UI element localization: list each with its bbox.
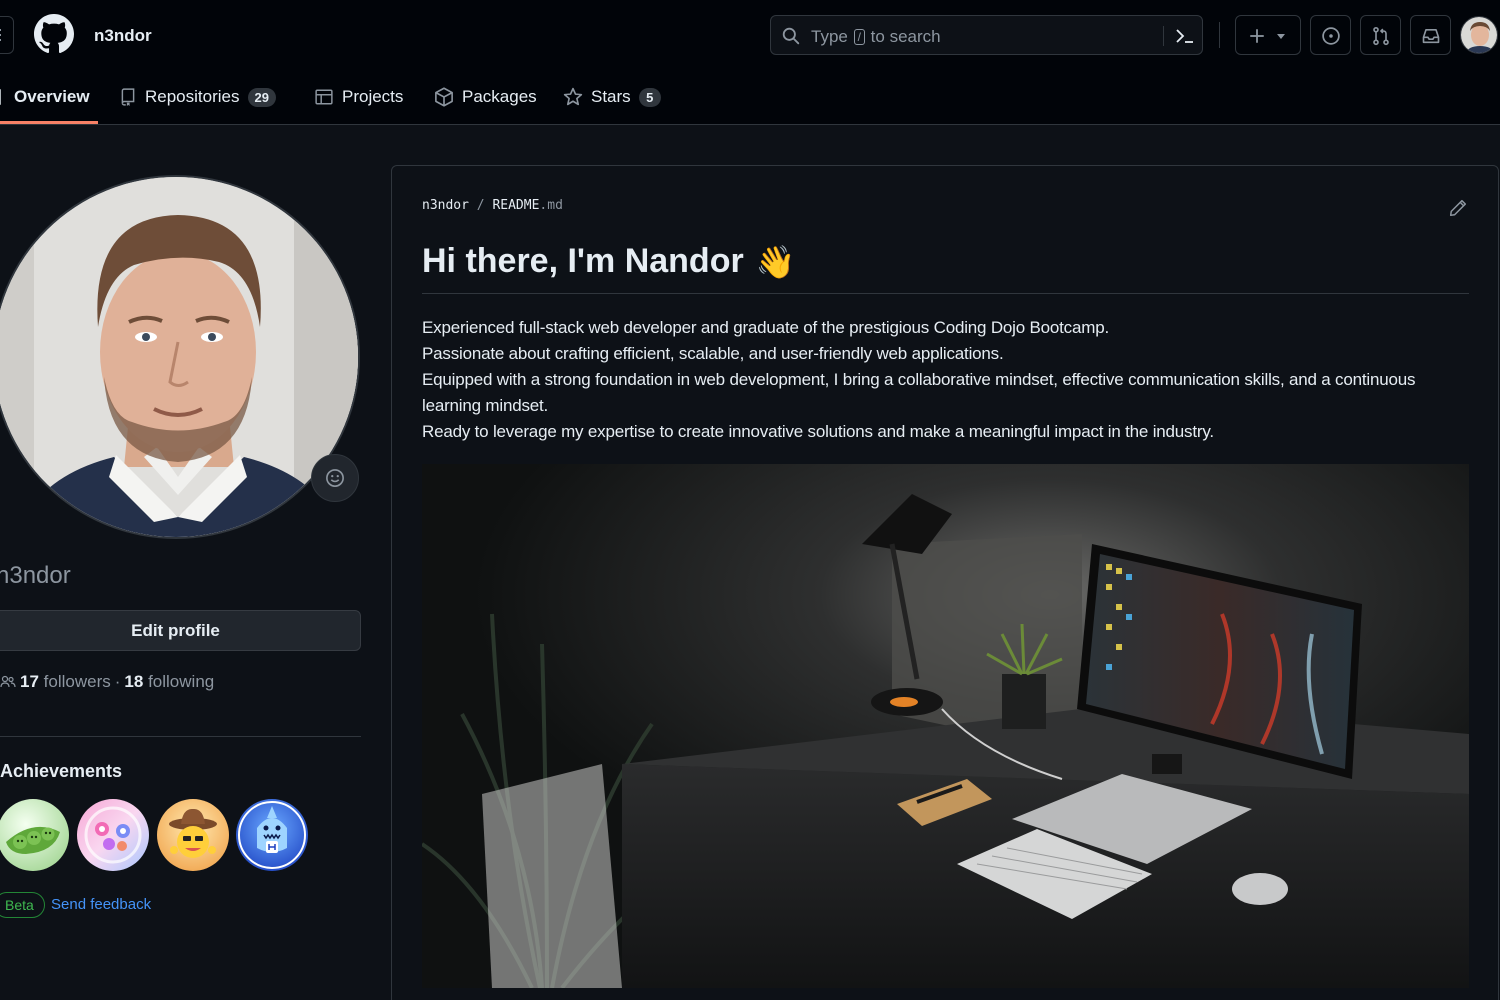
readme-line-4: Ready to leverage my expertise to create… (422, 422, 1214, 441)
sidebar-divider (0, 736, 361, 737)
star-icon (563, 87, 583, 106)
repo-icon (121, 88, 135, 106)
set-status-button[interactable] (311, 454, 359, 502)
inbox-button[interactable] (1410, 15, 1451, 55)
profile-avatar[interactable] (0, 175, 360, 539)
followers-link[interactable]: 17 followers (20, 672, 111, 692)
issues-button[interactable] (1310, 15, 1351, 55)
tab-stars[interactable]: Stars 5 (563, 80, 661, 114)
header-username[interactable]: n3ndor (94, 26, 152, 46)
following-link[interactable]: 18 following (124, 672, 214, 692)
people-icon (0, 675, 16, 688)
hamburger-icon (0, 29, 1, 41)
avatar-photo (1461, 17, 1497, 53)
smiley-icon (326, 469, 344, 487)
waving-hand-icon: 👋 (755, 243, 796, 280)
tab-packages[interactable]: Packages (434, 80, 537, 114)
send-feedback-link[interactable]: Send feedback (51, 896, 151, 913)
create-new-button[interactable] (1235, 15, 1301, 55)
achievement-badge-pull-shark[interactable] (235, 798, 309, 872)
readme-body: Experienced full-stack web developer and… (422, 315, 1472, 445)
achievement-badge-quickdraw[interactable] (156, 798, 230, 872)
yolo-badge-icon (77, 799, 149, 871)
tab-overview-label: Overview (14, 87, 90, 106)
command-palette-icon[interactable] (1174, 26, 1196, 46)
readme-desk-image (422, 464, 1469, 988)
git-pull-request-icon (1373, 26, 1389, 46)
pull-requests-button[interactable] (1360, 15, 1401, 55)
edit-profile-button[interactable]: Edit profile (0, 610, 361, 651)
search-placeholder: Type / to search (811, 27, 941, 46)
profile-photo (0, 177, 358, 537)
tab-projects[interactable]: Projects (314, 80, 403, 114)
inbox-icon (1422, 28, 1440, 44)
profile-login: n3ndor (0, 562, 71, 589)
follow-stats: 17 followers · 18 following (0, 672, 214, 692)
book-icon (0, 89, 1, 105)
repositories-count-badge: 29 (247, 87, 276, 107)
beta-label: Beta (0, 892, 45, 918)
achievement-badge-pair-extraordinaire[interactable] (0, 798, 70, 872)
package-icon (435, 87, 453, 107)
tab-overview[interactable]: Overview (0, 80, 90, 114)
readme-owner-link[interactable]: n3ndor (422, 198, 469, 213)
github-logo-icon[interactable] (34, 14, 74, 54)
follow-separator: · (114, 672, 121, 691)
user-avatar-small[interactable] (1460, 16, 1498, 54)
search-input[interactable]: Type / to search (770, 15, 1203, 55)
readme-filename[interactable]: README.md (492, 198, 562, 213)
issue-opened-icon (1322, 27, 1340, 45)
achievements-title[interactable]: Achievements (0, 761, 122, 782)
readme-line-2: Passionate about crafting efficient, sca… (422, 344, 1004, 363)
tab-projects-label: Projects (342, 87, 404, 106)
search-icon (782, 27, 800, 45)
tab-repositories-label: Repositories (145, 87, 240, 106)
pencil-icon[interactable] (1449, 199, 1467, 217)
peas-badge-icon (0, 799, 69, 871)
cowboy-badge-icon (157, 799, 229, 871)
caret-down-icon (1277, 34, 1285, 39)
readme-line-1: Experienced full-stack web developer and… (422, 318, 1109, 337)
readme-heading: Hi there, I'm Nandor 👋 (422, 242, 796, 281)
readme-heading-divider (422, 293, 1469, 294)
readme-path-separator: / (476, 198, 485, 213)
table-icon (315, 89, 333, 105)
search-divider (1163, 26, 1164, 46)
readme-panel: n3ndor / README.md Hi there, I'm Nandor … (391, 165, 1499, 1000)
desk-setup-photo (422, 464, 1469, 988)
readme-line-3: Equipped with a strong foundation in web… (422, 370, 1416, 415)
tab-stars-label: Stars (591, 87, 631, 106)
global-header: n3ndor Type / to search Overview Reposit… (0, 0, 1500, 125)
menu-button[interactable] (0, 16, 14, 54)
achievement-badge-yolo[interactable] (76, 798, 150, 872)
tab-packages-label: Packages (462, 87, 537, 106)
tab-repositories[interactable]: Repositories 29 (119, 80, 276, 114)
active-tab-indicator (0, 121, 98, 124)
header-divider (1219, 22, 1220, 48)
shark-badge-icon (236, 799, 308, 871)
stars-count-badge: 5 (638, 87, 661, 107)
plus-icon (1250, 29, 1264, 43)
readme-path: n3ndor / README.md (422, 198, 563, 213)
readme-heading-text: Hi there, I'm Nandor (422, 242, 744, 280)
